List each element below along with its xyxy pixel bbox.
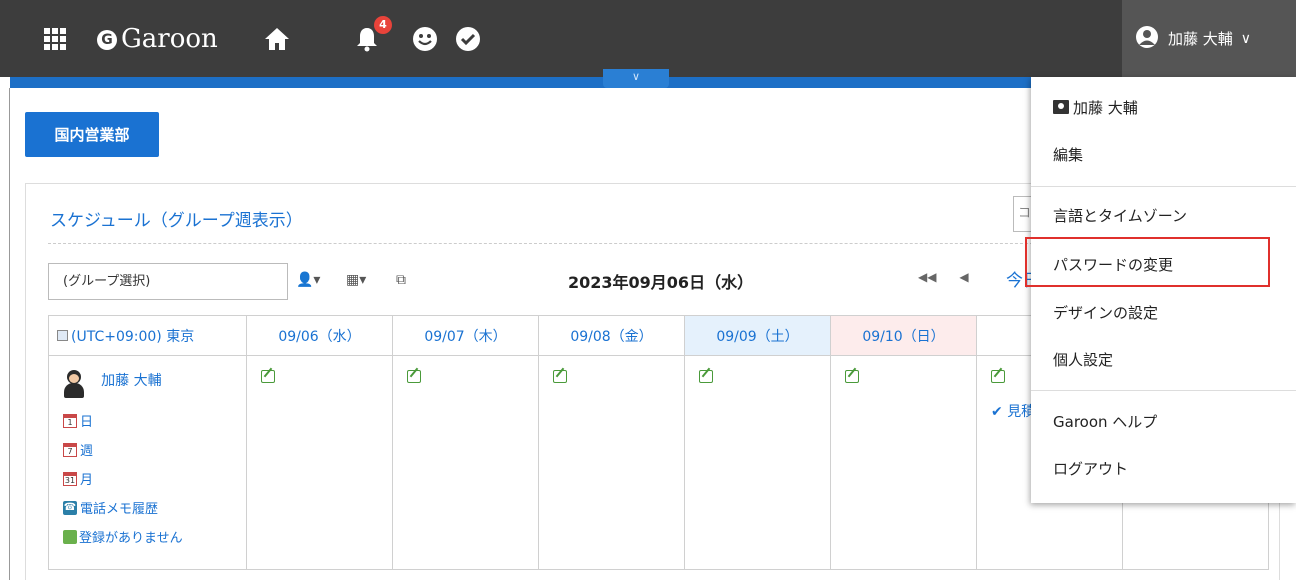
add-event-icon[interactable]: [553, 370, 567, 383]
user-dropdown-menu: 加藤 大輔 編集 言語とタイムゾーン パスワードの変更 デザインの設定 個人設定…: [1031, 77, 1296, 503]
divider: [1031, 186, 1296, 187]
add-event-icon[interactable]: [845, 370, 859, 383]
group-select[interactable]: (グループ選択): [48, 263, 288, 300]
menu-item-design-settings[interactable]: デザインの設定: [1053, 302, 1158, 323]
schedule-title[interactable]: スケジュール（グループ週表示）: [50, 206, 303, 231]
profile-card-icon: [1053, 100, 1069, 114]
department-button[interactable]: 国内営業部: [25, 112, 159, 157]
presence-smiley-icon[interactable]: [410, 22, 440, 56]
menu-item-profile-label: 加藤 大輔: [1073, 99, 1138, 117]
user-name: 加藤 大輔: [1168, 30, 1233, 48]
day-header-saturday[interactable]: 09/09（土）: [684, 315, 831, 356]
facility-filter-icon[interactable]: ▦▾: [346, 272, 366, 288]
day-cell[interactable]: [392, 355, 539, 570]
collapse-header-button[interactable]: ∨: [603, 69, 669, 88]
copy-window-icon[interactable]: ⧉: [396, 272, 406, 288]
chevron-down-icon: ∨: [1240, 30, 1252, 47]
calendar-month-icon: 31: [63, 471, 77, 486]
garoon-logo-icon: G: [97, 30, 117, 50]
notification-badge: 4: [374, 16, 392, 34]
divider: [48, 243, 1048, 244]
favorite-check-icon[interactable]: [453, 22, 483, 56]
month-view-label: 月: [80, 473, 94, 488]
week-view-link[interactable]: 7週: [63, 435, 246, 464]
highlight-box: [1025, 237, 1270, 287]
phone-icon: ☎: [63, 500, 77, 515]
day-cell[interactable]: [830, 355, 977, 570]
presence-door-icon: [63, 529, 77, 544]
user-menu-trigger[interactable]: 加藤 大輔 ∨: [1122, 0, 1296, 77]
day-view-link[interactable]: 1日: [63, 406, 246, 435]
day-cell[interactable]: [684, 355, 831, 570]
day-cell[interactable]: [538, 355, 685, 570]
add-event-icon[interactable]: [261, 370, 275, 383]
user-filter-icon[interactable]: 👤▾: [296, 272, 320, 288]
calendar-day-icon: 1: [63, 413, 77, 428]
current-date: 2023年09月06日（水）: [568, 273, 754, 292]
menu-item-edit[interactable]: 編集: [1053, 144, 1083, 165]
phone-memo-label: 電話メモ履歴: [80, 502, 159, 517]
menu-item-help[interactable]: Garoon ヘルプ: [1053, 411, 1157, 432]
day-view-label: 日: [80, 415, 94, 430]
member-name-link[interactable]: 加藤 大輔: [101, 373, 161, 389]
prev-week-arrows-icon[interactable]: ◀◀ ◀: [918, 270, 969, 284]
home-icon[interactable]: [262, 22, 292, 56]
phone-memo-link[interactable]: ☎ 電話メモ履歴: [63, 493, 246, 522]
presence-label: 登録がありません: [79, 531, 183, 546]
day-header[interactable]: 09/06（水）: [246, 315, 393, 356]
divider: [9, 88, 10, 580]
add-event-icon[interactable]: [991, 370, 1005, 383]
check-icon: ✔: [991, 404, 1003, 420]
day-header-sunday[interactable]: 09/10（日）: [830, 315, 977, 356]
menu-item-profile[interactable]: 加藤 大輔: [1053, 97, 1138, 118]
menu-item-personal-settings[interactable]: 個人設定: [1053, 349, 1113, 370]
month-view-link[interactable]: 31 月: [63, 464, 246, 493]
user-icon: [1136, 25, 1158, 52]
timezone-label: (UTC+09:00) 東京: [71, 328, 195, 345]
presence-link[interactable]: 登録がありません: [63, 522, 246, 551]
app-logo[interactable]: Garoon: [121, 24, 218, 54]
member-cell: 加藤 大輔 1日 7週 31 月 ☎ 電話メモ履歴 登録がありません: [48, 355, 247, 570]
day-header[interactable]: 09/08（金）: [538, 315, 685, 356]
timezone-header: (UTC+09:00) 東京: [48, 315, 247, 356]
add-event-icon[interactable]: [407, 370, 421, 383]
week-view-label: 週: [80, 444, 94, 459]
avatar: [63, 370, 85, 398]
timezone-icon: [57, 329, 68, 341]
menu-item-language-timezone[interactable]: 言語とタイムゾーン: [1053, 205, 1187, 226]
divider: [1031, 390, 1296, 391]
day-cell[interactable]: [246, 355, 393, 570]
day-header[interactable]: 09/07（木）: [392, 315, 539, 356]
menu-item-logout[interactable]: ログアウト: [1053, 458, 1128, 479]
calendar-week-icon: 7: [63, 442, 77, 457]
add-event-icon[interactable]: [699, 370, 713, 383]
app-menu-icon[interactable]: [38, 22, 72, 56]
